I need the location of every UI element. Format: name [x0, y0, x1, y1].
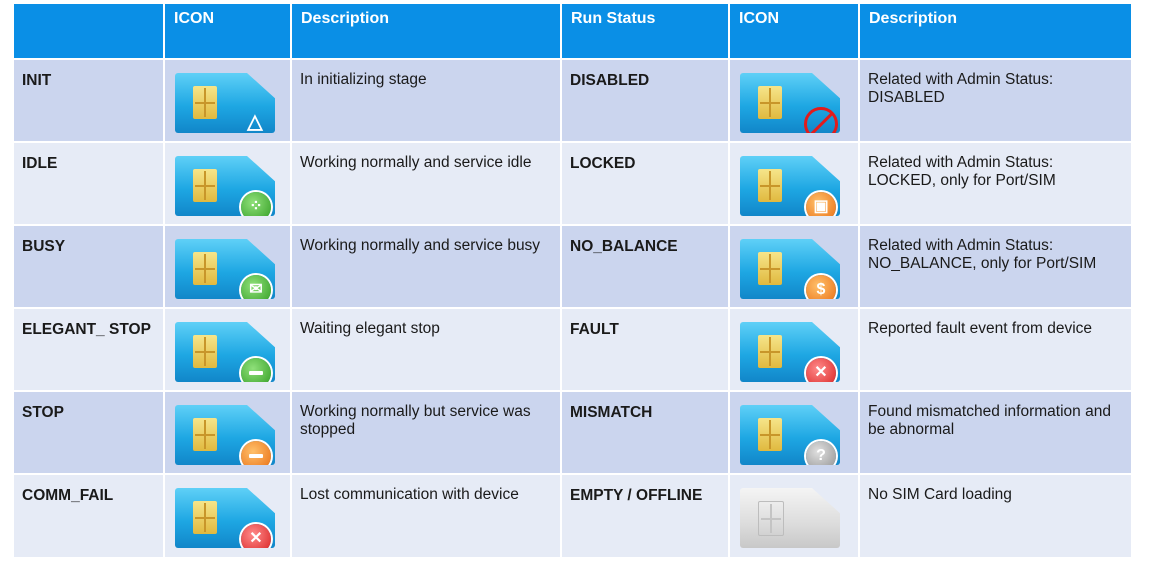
status-cell: MISMATCH: [562, 392, 728, 473]
status-cell: ELEGANT_ STOP: [14, 309, 163, 390]
description-cell: Working normally and service idle: [292, 143, 560, 224]
icon-cell: [730, 475, 858, 557]
icon-cell: ?: [730, 392, 858, 473]
sim-card-locked-icon: ▣: [740, 156, 840, 216]
table-row: ELEGANT_ STOP Waiting elegant stop FAULT…: [14, 309, 1131, 390]
description-cell: Related with Admin Status: NO_BALANCE, o…: [860, 226, 1131, 307]
icon-cell: ✉: [165, 226, 290, 307]
sim-card-empty-icon: [740, 488, 840, 548]
description-cell: Working normally but service was stopped: [292, 392, 560, 473]
description-cell: No SIM Card loading: [860, 475, 1131, 557]
sim-card-disabled-icon: [740, 73, 840, 133]
header-icon-2: ICON: [730, 4, 858, 58]
description-cell: Lost communication with device: [292, 475, 560, 557]
status-cell: FAULT: [562, 309, 728, 390]
header-row: ICON Description Run Status ICON Descrip…: [14, 4, 1131, 58]
icon-cell: ✕: [165, 475, 290, 557]
sim-card-comm-fail-icon: ✕: [175, 488, 275, 548]
description-cell: Related with Admin Status: LOCKED, only …: [860, 143, 1131, 224]
icon-cell: [165, 392, 290, 473]
description-cell: Waiting elegant stop: [292, 309, 560, 390]
header-icon: ICON: [165, 4, 290, 58]
icon-cell: △: [165, 60, 290, 141]
sim-card-mismatch-icon: ?: [740, 405, 840, 465]
description-cell: Reported fault event from device: [860, 309, 1131, 390]
status-table: ICON Description Run Status ICON Descrip…: [12, 2, 1133, 559]
status-cell: IDLE: [14, 143, 163, 224]
table-row: IDLE ⁘ Working normally and service idle…: [14, 143, 1131, 224]
sim-card-no-balance-icon: $: [740, 239, 840, 299]
sim-card-fault-icon: ✕: [740, 322, 840, 382]
status-cell: EMPTY / OFFLINE: [562, 475, 728, 557]
icon-cell: [730, 60, 858, 141]
status-cell: NO_BALANCE: [562, 226, 728, 307]
status-cell: BUSY: [14, 226, 163, 307]
status-cell: INIT: [14, 60, 163, 141]
header-status: [14, 4, 163, 58]
table-row: INIT △ In initializing stage DISABLED Re…: [14, 60, 1131, 141]
sim-card-idle-icon: ⁘: [175, 156, 275, 216]
status-cell: STOP: [14, 392, 163, 473]
table-row: STOP Working normally but service was st…: [14, 392, 1131, 473]
sim-card-stop-icon: [175, 405, 275, 465]
header-description-2: Description: [860, 4, 1131, 58]
sim-card-elegant-stop-icon: [175, 322, 275, 382]
icon-cell: ✕: [730, 309, 858, 390]
description-cell: Related with Admin Status: DISABLED: [860, 60, 1131, 141]
description-cell: Working normally and service busy: [292, 226, 560, 307]
header-description: Description: [292, 4, 560, 58]
status-cell: LOCKED: [562, 143, 728, 224]
sim-card-busy-icon: ✉: [175, 239, 275, 299]
icon-cell: ⁘: [165, 143, 290, 224]
header-run-status: Run Status: [562, 4, 728, 58]
icon-cell: [165, 309, 290, 390]
table-row: BUSY ✉ Working normally and service busy…: [14, 226, 1131, 307]
icon-cell: $: [730, 226, 858, 307]
status-cell: DISABLED: [562, 60, 728, 141]
description-cell: In initializing stage: [292, 60, 560, 141]
table-row: COMM_FAIL ✕ Lost communication with devi…: [14, 475, 1131, 557]
description-cell: Found mismatched information and be abno…: [860, 392, 1131, 473]
icon-cell: ▣: [730, 143, 858, 224]
status-cell: COMM_FAIL: [14, 475, 163, 557]
sim-card-warning-icon: △: [175, 73, 275, 133]
